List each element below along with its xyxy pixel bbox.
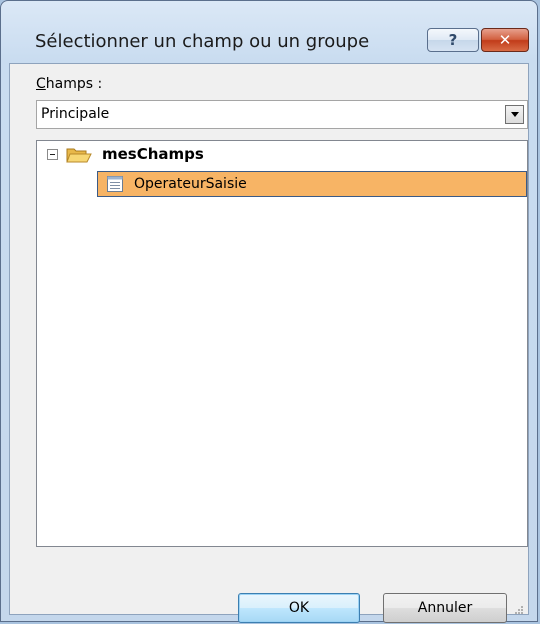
fields-source-label: Champs : [36,76,102,92]
fields-label-rest: hamps : [45,76,103,92]
open-folder-icon [66,146,92,164]
dialog-title: Sélectionner un champ ou un groupe [35,31,370,52]
fields-tree[interactable]: mesChamps OperateurSaisie [36,140,528,547]
dialog-body: Champs : Principale mesChamps OperateurS… [9,63,529,623]
help-button[interactable]: ? [427,28,479,52]
tree-root-label[interactable]: mesChamps [102,145,204,163]
ok-button-label: OK [288,600,310,616]
dropdown-toggle-button[interactable] [505,105,524,124]
tree-item-selected[interactable]: OperateurSaisie [97,171,527,197]
chevron-down-icon [510,112,519,117]
field-icon [106,175,124,193]
cancel-button-label: Annuler [417,600,473,616]
data-source-dropdown[interactable]: Principale [36,100,528,129]
fields-label-accesskey: C [36,76,46,92]
dialog-window: Sélectionner un champ ou un groupe ? ✕ C… [0,0,538,623]
tree-item-label: OperateurSaisie [134,176,247,192]
help-icon: ? [448,31,458,49]
cancel-button[interactable]: Annuler [383,593,507,623]
resize-grip-icon[interactable] [514,600,524,614]
ok-button[interactable]: OK [238,593,360,623]
close-icon: ✕ [498,31,512,49]
close-button[interactable]: ✕ [481,28,529,52]
title-bar[interactable]: Sélectionner un champ ou un groupe ? ✕ [1,1,537,71]
collapse-icon[interactable] [47,149,58,160]
data-source-value: Principale [41,106,110,122]
